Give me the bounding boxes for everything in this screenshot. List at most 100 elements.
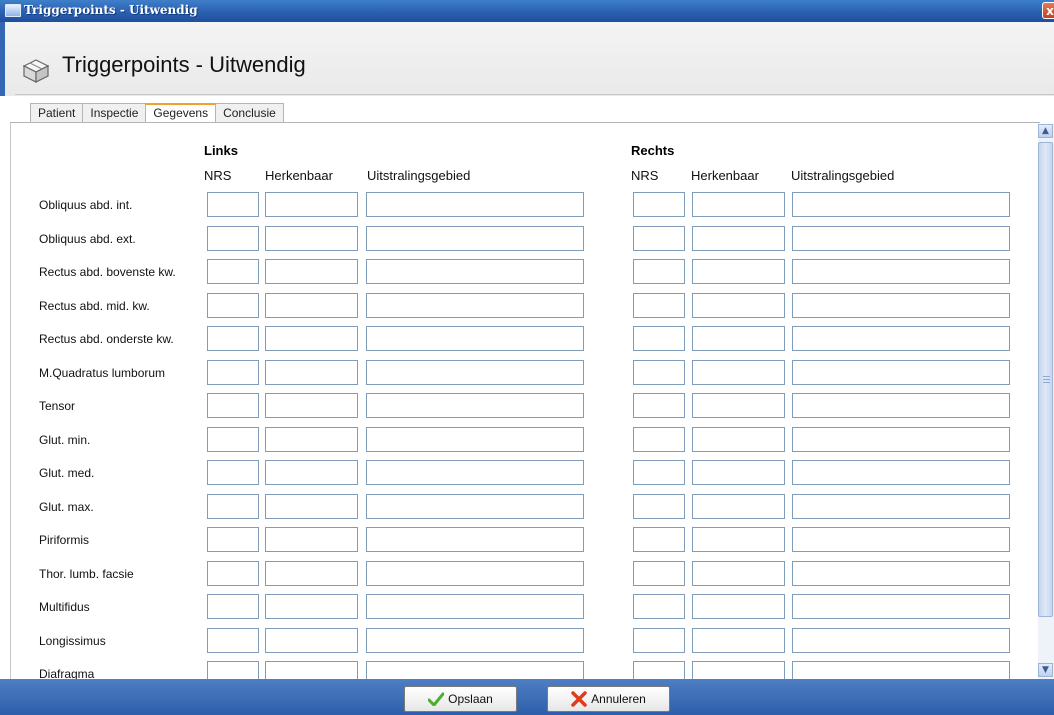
left-uitstraling-field[interactable] [366, 527, 584, 552]
tab-inspectie[interactable]: Inspectie [82, 103, 147, 122]
right-herkenbaar-field[interactable] [692, 427, 785, 452]
right-uitstraling-field[interactable] [792, 527, 1010, 552]
left-nrs-field[interactable] [207, 561, 259, 586]
left-uitstraling-field[interactable] [366, 393, 584, 418]
tab-conclusie[interactable]: Conclusie [215, 103, 284, 122]
right-herkenbaar-field[interactable] [692, 628, 785, 653]
right-uitstraling-field[interactable] [792, 293, 1010, 318]
left-nrs-field[interactable] [207, 527, 259, 552]
left-nrs-field[interactable] [207, 661, 259, 679]
left-nrs-field[interactable] [207, 494, 259, 519]
right-nrs-field[interactable] [633, 661, 685, 679]
right-nrs-field[interactable] [633, 628, 685, 653]
left-nrs-field[interactable] [207, 326, 259, 351]
right-uitstraling-field[interactable] [792, 561, 1010, 586]
scroll-up-arrow-icon[interactable]: ▲ [1038, 124, 1053, 138]
right-herkenbaar-field[interactable] [692, 661, 785, 679]
right-nrs-field[interactable] [633, 527, 685, 552]
scroll-down-arrow-icon[interactable]: ▼ [1038, 663, 1053, 677]
left-herkenbaar-field[interactable] [265, 360, 358, 385]
right-nrs-field[interactable] [633, 360, 685, 385]
left-nrs-field[interactable] [207, 192, 259, 217]
right-herkenbaar-field[interactable] [692, 360, 785, 385]
left-herkenbaar-field[interactable] [265, 594, 358, 619]
window-close-button[interactable]: x [1042, 2, 1054, 19]
left-uitstraling-field[interactable] [366, 661, 584, 679]
left-nrs-field[interactable] [207, 226, 259, 251]
right-herkenbaar-field[interactable] [692, 293, 785, 318]
right-uitstraling-field[interactable] [792, 661, 1010, 679]
right-nrs-field[interactable] [633, 594, 685, 619]
right-nrs-field[interactable] [633, 494, 685, 519]
right-herkenbaar-field[interactable] [692, 527, 785, 552]
right-herkenbaar-field[interactable] [692, 326, 785, 351]
left-nrs-field[interactable] [207, 360, 259, 385]
left-herkenbaar-field[interactable] [265, 259, 358, 284]
left-uitstraling-field[interactable] [366, 259, 584, 284]
tab-gegevens[interactable]: Gegevens [145, 103, 217, 122]
left-nrs-field[interactable] [207, 460, 259, 485]
left-herkenbaar-field[interactable] [265, 527, 358, 552]
left-uitstraling-field[interactable] [366, 192, 584, 217]
left-herkenbaar-field[interactable] [265, 226, 358, 251]
left-nrs-field[interactable] [207, 393, 259, 418]
left-herkenbaar-field[interactable] [265, 628, 358, 653]
left-nrs-field[interactable] [207, 259, 259, 284]
right-herkenbaar-field[interactable] [692, 460, 785, 485]
left-uitstraling-field[interactable] [366, 360, 584, 385]
right-uitstraling-field[interactable] [792, 628, 1010, 653]
right-uitstraling-field[interactable] [792, 192, 1010, 217]
right-uitstraling-field[interactable] [792, 594, 1010, 619]
scrollbar-thumb[interactable] [1038, 142, 1053, 617]
right-uitstraling-field[interactable] [792, 326, 1010, 351]
right-herkenbaar-field[interactable] [692, 192, 785, 217]
left-uitstraling-field[interactable] [366, 494, 584, 519]
left-herkenbaar-field[interactable] [265, 192, 358, 217]
left-herkenbaar-field[interactable] [265, 427, 358, 452]
right-herkenbaar-field[interactable] [692, 594, 785, 619]
left-uitstraling-field[interactable] [366, 326, 584, 351]
right-herkenbaar-field[interactable] [692, 494, 785, 519]
left-uitstraling-field[interactable] [366, 226, 584, 251]
left-herkenbaar-field[interactable] [265, 393, 358, 418]
right-nrs-field[interactable] [633, 393, 685, 418]
right-nrs-field[interactable] [633, 561, 685, 586]
right-nrs-field[interactable] [633, 326, 685, 351]
right-uitstraling-field[interactable] [792, 427, 1010, 452]
right-uitstraling-field[interactable] [792, 226, 1010, 251]
left-uitstraling-field[interactable] [366, 427, 584, 452]
right-herkenbaar-field[interactable] [692, 226, 785, 251]
right-uitstraling-field[interactable] [792, 259, 1010, 284]
left-uitstraling-field[interactable] [366, 594, 584, 619]
left-uitstraling-field[interactable] [366, 460, 584, 485]
right-uitstraling-field[interactable] [792, 393, 1010, 418]
left-uitstraling-field[interactable] [366, 561, 584, 586]
right-nrs-field[interactable] [633, 293, 685, 318]
right-uitstraling-field[interactable] [792, 494, 1010, 519]
right-herkenbaar-field[interactable] [692, 259, 785, 284]
left-herkenbaar-field[interactable] [265, 494, 358, 519]
left-herkenbaar-field[interactable] [265, 326, 358, 351]
left-herkenbaar-field[interactable] [265, 293, 358, 318]
left-uitstraling-field[interactable] [366, 628, 584, 653]
cancel-button[interactable]: Annuleren [547, 686, 670, 712]
right-nrs-field[interactable] [633, 226, 685, 251]
right-herkenbaar-field[interactable] [692, 393, 785, 418]
right-herkenbaar-field[interactable] [692, 561, 785, 586]
tab-patient[interactable]: Patient [30, 103, 84, 122]
left-herkenbaar-field[interactable] [265, 460, 358, 485]
right-nrs-field[interactable] [633, 259, 685, 284]
vertical-scrollbar[interactable]: ▲ ▼ [1038, 124, 1054, 679]
left-uitstraling-field[interactable] [366, 293, 584, 318]
left-herkenbaar-field[interactable] [265, 661, 358, 679]
left-nrs-field[interactable] [207, 427, 259, 452]
right-uitstraling-field[interactable] [792, 360, 1010, 385]
left-herkenbaar-field[interactable] [265, 561, 358, 586]
save-button[interactable]: Opslaan [404, 686, 517, 712]
left-nrs-field[interactable] [207, 594, 259, 619]
right-nrs-field[interactable] [633, 192, 685, 217]
left-nrs-field[interactable] [207, 293, 259, 318]
right-uitstraling-field[interactable] [792, 460, 1010, 485]
left-nrs-field[interactable] [207, 628, 259, 653]
right-nrs-field[interactable] [633, 460, 685, 485]
